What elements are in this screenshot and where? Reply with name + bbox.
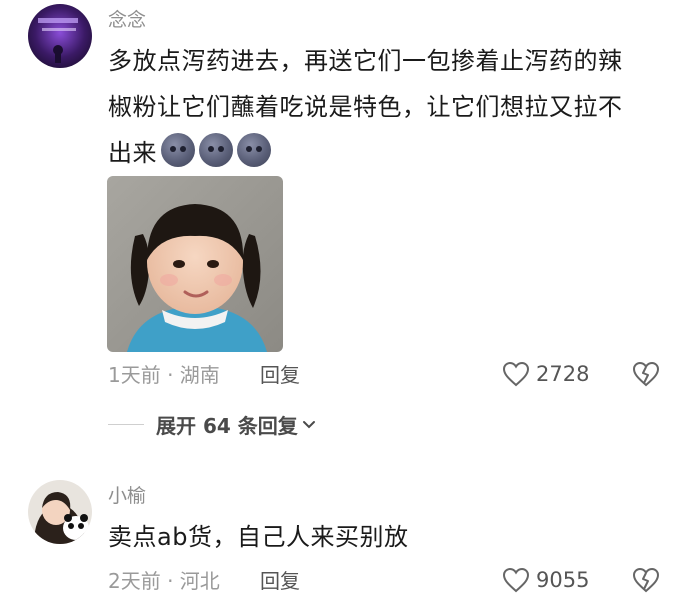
dislike-button[interactable] bbox=[632, 361, 660, 387]
reply-button[interactable]: 回复 bbox=[260, 568, 300, 594]
girl-photo bbox=[107, 176, 283, 352]
comment-text-line: 椒粉让它们蘸着吃说是特色，让它们想拉又拉不 bbox=[108, 93, 623, 121]
comment-image[interactable] bbox=[107, 176, 283, 352]
like-count: 9055 bbox=[536, 568, 590, 592]
reply-button[interactable]: 回复 bbox=[260, 362, 300, 388]
chevron-down-icon bbox=[302, 420, 315, 428]
broken-heart-icon bbox=[632, 567, 660, 593]
dislike-button[interactable] bbox=[632, 567, 660, 593]
comment-text: 多放点泻药进去，再送它们一包掺着止泻药的辣 椒粉让它们蘸着吃说是特色，让它们想拉… bbox=[108, 38, 668, 176]
heart-outline-icon bbox=[502, 567, 530, 593]
like-button[interactable]: 2728 bbox=[502, 361, 589, 387]
comment-time-location: 2天前 · 河北 bbox=[108, 569, 220, 593]
expand-replies-label: 展开 64 条回复 bbox=[156, 414, 298, 438]
heart-outline-icon bbox=[502, 361, 530, 387]
comment-item: 念念 多放点泻药进去，再送它们一包掺着止泻药的辣 椒粉让它们蘸着吃说是特色，让它… bbox=[0, 0, 690, 460]
comment-text: 卖点ab货，自己人来买别放 bbox=[108, 523, 409, 551]
moon-face-emoji bbox=[199, 133, 233, 167]
comment-username[interactable]: 念念 bbox=[108, 8, 146, 32]
avatar[interactable] bbox=[28, 480, 92, 544]
comment-text-line: 多放点泻药进去，再送它们一包掺着止泻药的辣 bbox=[108, 47, 623, 75]
avatar[interactable] bbox=[28, 4, 92, 68]
broken-heart-icon bbox=[632, 361, 660, 387]
expand-replies-button[interactable]: 展开 64 条回复 bbox=[108, 410, 318, 439]
like-count: 2728 bbox=[536, 362, 590, 386]
like-button[interactable]: 9055 bbox=[502, 567, 589, 593]
comment-text-line: 出来 bbox=[108, 130, 668, 176]
comment-item: 小榆 卖点ab货，自己人来买别放 2天前 · 河北 回复 9055 bbox=[0, 470, 690, 603]
comment-username[interactable]: 小榆 bbox=[108, 484, 146, 508]
divider-line bbox=[108, 424, 144, 425]
comment-text-segment: 出来 bbox=[108, 139, 157, 167]
moon-face-emoji bbox=[161, 133, 195, 167]
avatar-image bbox=[28, 4, 92, 68]
comment-time-location: 1天前 · 湖南 bbox=[108, 363, 220, 387]
avatar-image bbox=[28, 480, 92, 544]
moon-face-emoji bbox=[237, 133, 271, 167]
